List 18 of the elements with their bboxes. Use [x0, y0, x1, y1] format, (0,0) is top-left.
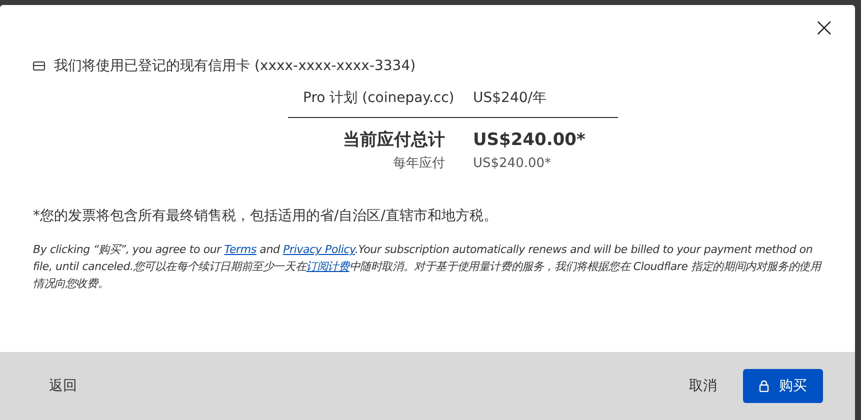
summary-value: US$240/年 [473, 89, 548, 108]
cancel-button[interactable]: 取消 [673, 369, 733, 403]
summary-value: US$240.00* [473, 156, 552, 173]
back-button[interactable]: 返回 [33, 369, 93, 403]
card-notice: 我们将使用已登记的现有信用卡 (xxxx-xxxx-xxxx-3334) [54, 57, 416, 75]
legal-text: By clicking “购买”, you agree to our Terms and Privacy Policy.Your subscription automatically renews and will be billed to your payment method on file, until canceled.您可以在每个续订日期前至少一天在订阅计费中随时取消。对于基于使用量计费的服务，我们将根据您在 Cloudflare 指定的期间内对服务的使用情况向您收费。 [33, 242, 823, 292]
summary-label: 每年应付 [392, 155, 446, 172]
summary-label: Pro 计划 (coinepay.cc) [302, 89, 456, 108]
buy-button[interactable]: 购买 [743, 369, 823, 403]
close-button[interactable]: × [809, 15, 839, 41]
summary-value: US$240.00* [473, 130, 586, 152]
summary-label: 当前应付总计 [342, 129, 446, 151]
lock-icon [759, 380, 769, 392]
legal-link[interactable]: 订阅计费 [306, 260, 350, 273]
credit-card-icon [33, 61, 45, 71]
legal-link[interactable]: Privacy Policy [283, 243, 355, 256]
legal-link[interactable]: Terms [224, 243, 256, 256]
tax-note: *您的发票将包含所有最终销售税，包括适用的省/自治区/直辖市和地方税。 [33, 207, 498, 225]
